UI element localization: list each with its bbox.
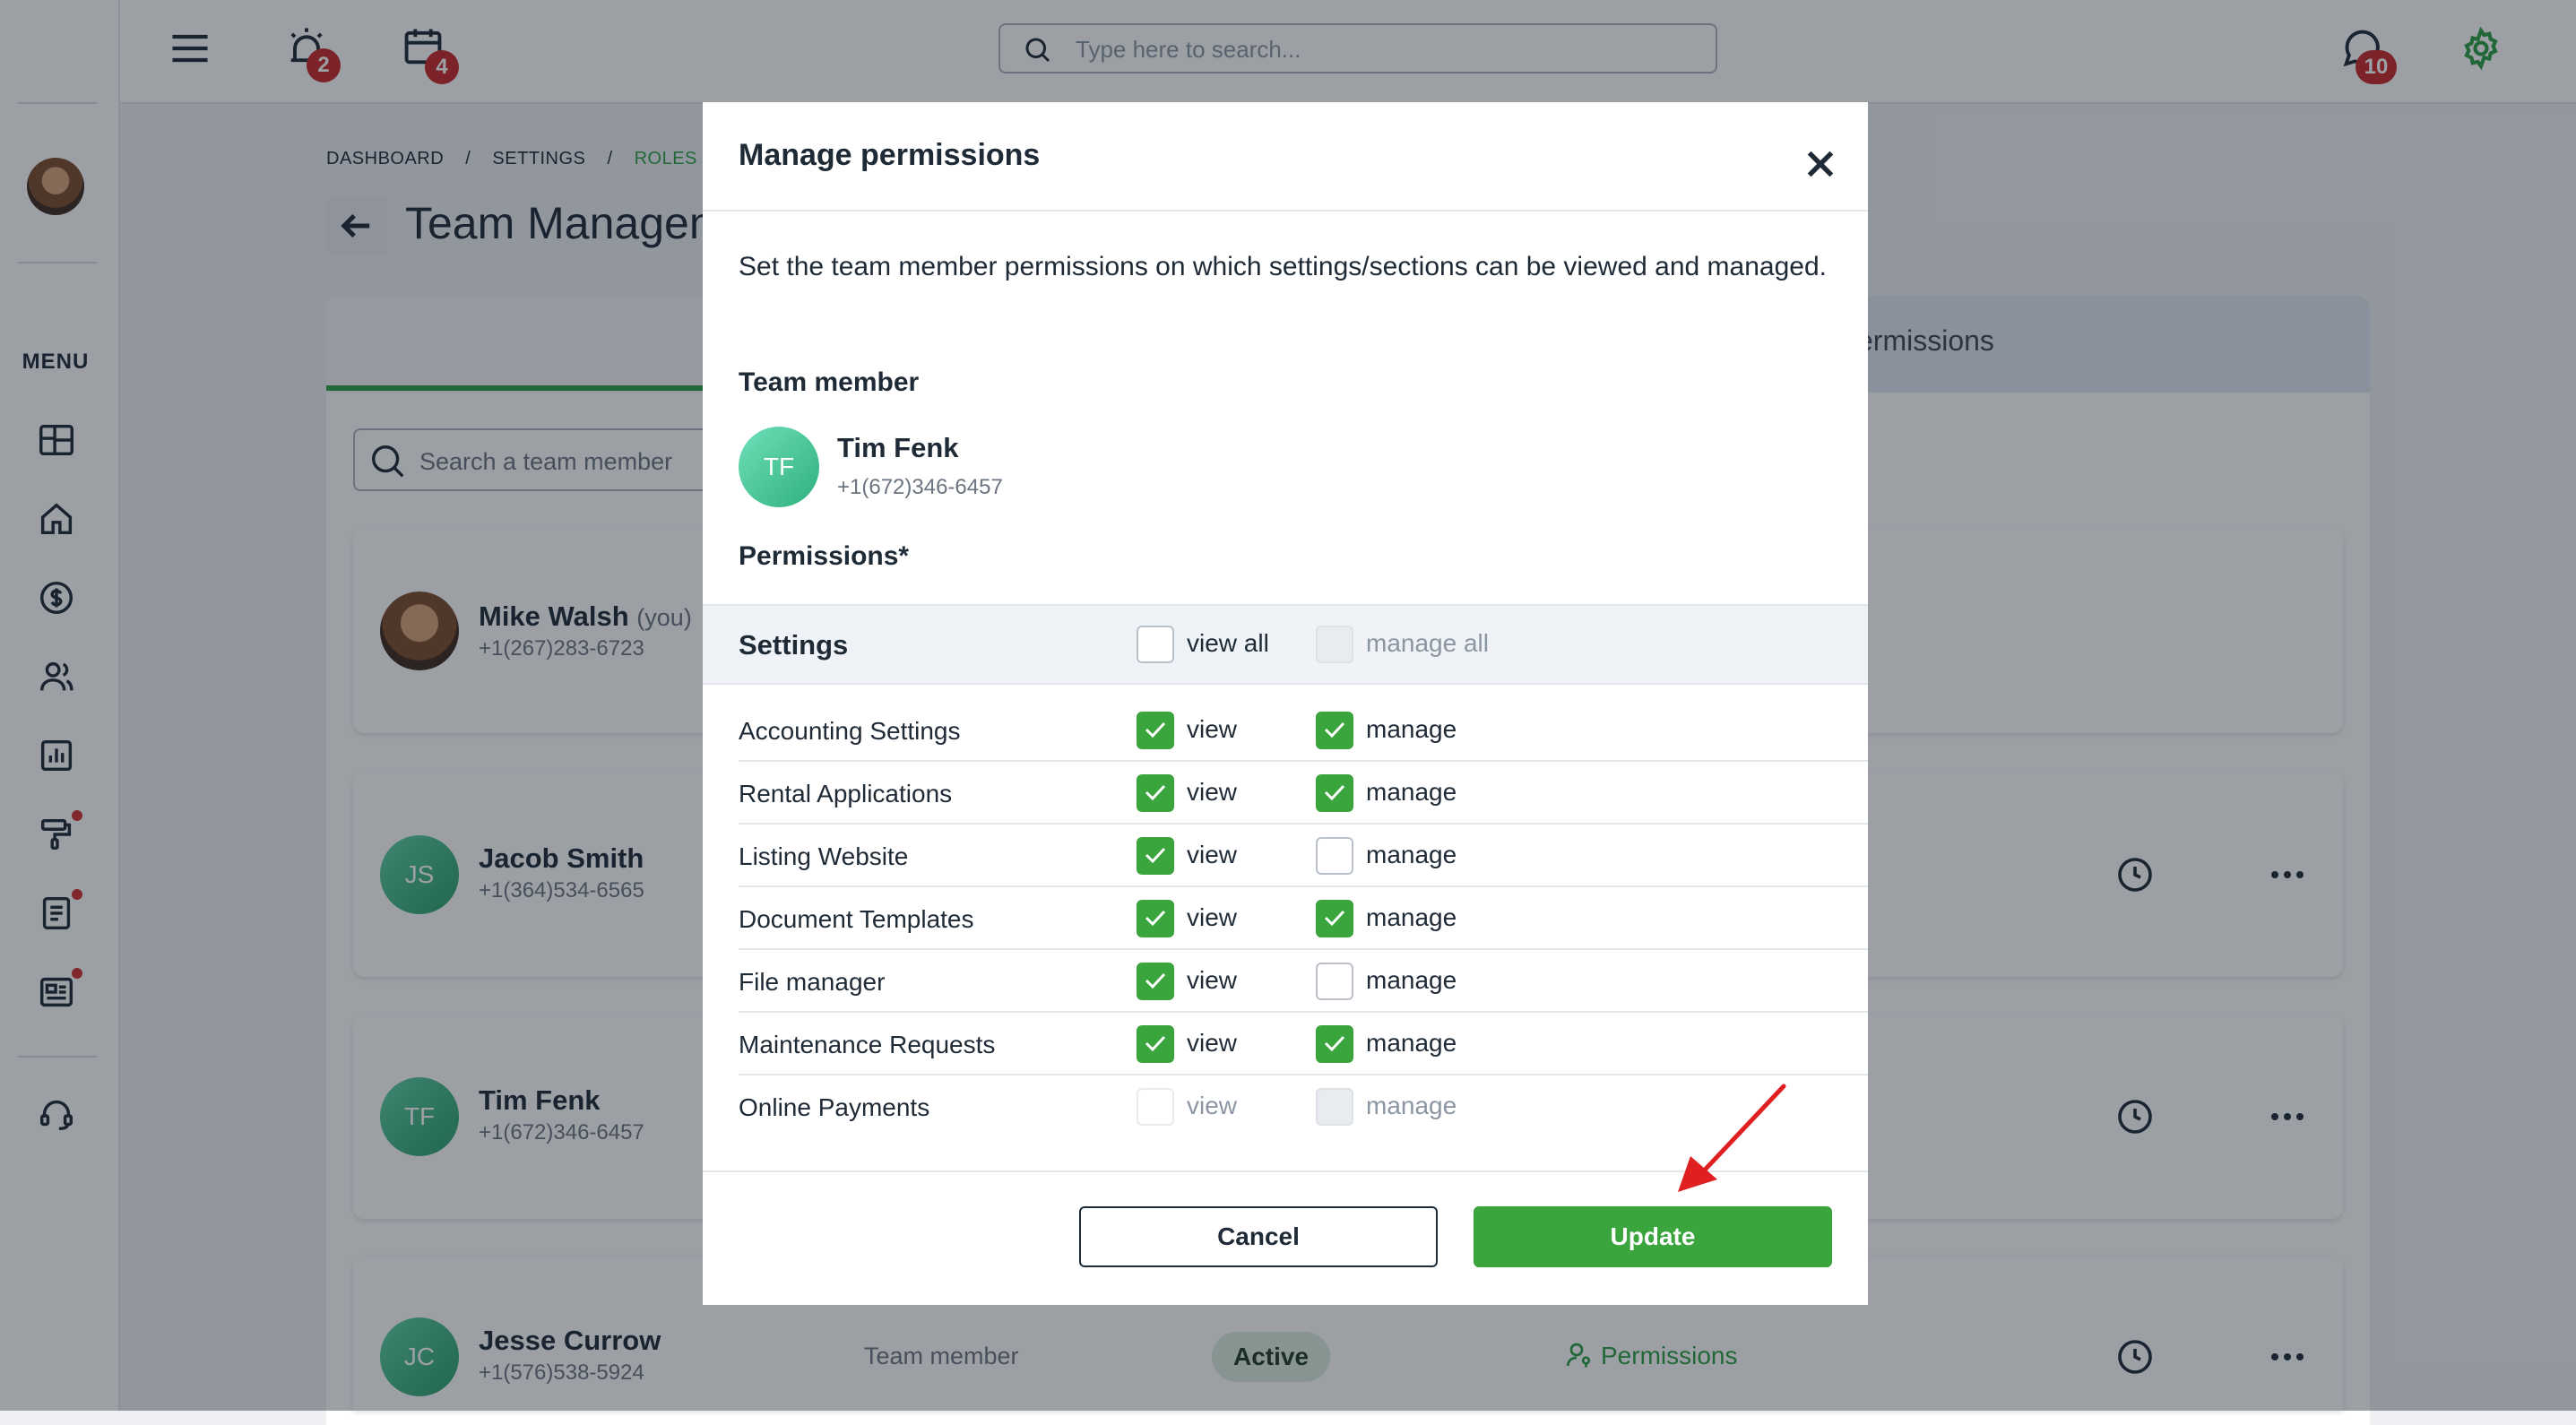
manage-checkbox[interactable] [1316, 712, 1353, 749]
view-label: view [1187, 1029, 1238, 1057]
view-label: view [1187, 715, 1238, 743]
cancel-button[interactable]: Cancel [1079, 1206, 1438, 1267]
view-label: view [1187, 966, 1238, 994]
view-label: view [1187, 841, 1238, 868]
view-label: view [1187, 903, 1238, 931]
permission-name: Maintenance Requests [739, 1031, 996, 1058]
manage-all-checkbox[interactable] [1316, 626, 1353, 663]
manage-label: manage [1366, 1029, 1457, 1057]
manage-label: manage [1366, 778, 1457, 806]
permission-row-file-manager: File manager view manage [703, 950, 1868, 1013]
manage-label: manage [1366, 1092, 1457, 1119]
manage-checkbox[interactable] [1316, 900, 1353, 937]
view-checkbox[interactable] [1137, 963, 1174, 1000]
view-checkbox[interactable] [1137, 712, 1174, 749]
permission-row-document-templates: Document Templates view manage [703, 887, 1868, 950]
permission-name: Accounting Settings [739, 717, 961, 745]
team-member-phone: +1(672)346-6457 [837, 475, 1003, 499]
manage-label: manage [1366, 966, 1457, 994]
manage-label: manage [1366, 841, 1457, 868]
manage-checkbox[interactable] [1316, 1088, 1353, 1126]
annotation-arrow-icon [1678, 1084, 1786, 1192]
manage-checkbox[interactable] [1316, 963, 1353, 1000]
team-member-label: Team member [739, 367, 920, 397]
permission-name: Document Templates [739, 905, 974, 933]
manage-checkbox[interactable] [1316, 837, 1353, 875]
view-all-label: view all [1187, 629, 1269, 657]
permission-row-listing-website: Listing Website view manage [703, 825, 1868, 887]
permission-row-maintenance-requests: Maintenance Requests view manage [703, 1013, 1868, 1075]
close-icon [1807, 151, 1834, 177]
permission-name: Online Payments [739, 1093, 930, 1121]
permissions-label: Permissions* [739, 541, 910, 571]
team-member-name: Tim Fenk [837, 432, 959, 463]
manage-all-label: manage all [1366, 629, 1489, 657]
view-checkbox[interactable] [1137, 774, 1174, 812]
view-checkbox[interactable] [1137, 837, 1174, 875]
view-checkbox[interactable] [1137, 1088, 1174, 1126]
manage-label: manage [1366, 903, 1457, 931]
permission-row-accounting-settings: Accounting Settings view manage [703, 699, 1868, 762]
settings-section-header: Settings view all manage all [703, 604, 1868, 685]
modal-header-divider [703, 210, 1868, 212]
permission-name: Rental Applications [739, 780, 953, 808]
settings-section-title: Settings [739, 629, 849, 661]
update-button[interactable]: Update [1474, 1206, 1832, 1267]
close-button[interactable] [1796, 140, 1845, 188]
view-label: view [1187, 1092, 1238, 1119]
manage-checkbox[interactable] [1316, 774, 1353, 812]
manage-label: manage [1366, 715, 1457, 743]
permission-name: File manager [739, 968, 886, 996]
view-checkbox[interactable] [1137, 900, 1174, 937]
avatar: TF [739, 427, 819, 507]
view-label: view [1187, 778, 1238, 806]
permission-row-rental-applications: Rental Applications view manage [703, 762, 1868, 825]
view-all-checkbox[interactable] [1137, 626, 1174, 663]
view-checkbox[interactable] [1137, 1025, 1174, 1063]
permission-name: Listing Website [739, 842, 909, 870]
manage-checkbox[interactable] [1316, 1025, 1353, 1063]
modal-description: Set the team member permissions on which… [739, 252, 1827, 281]
modal-title: Manage permissions [739, 138, 1041, 172]
